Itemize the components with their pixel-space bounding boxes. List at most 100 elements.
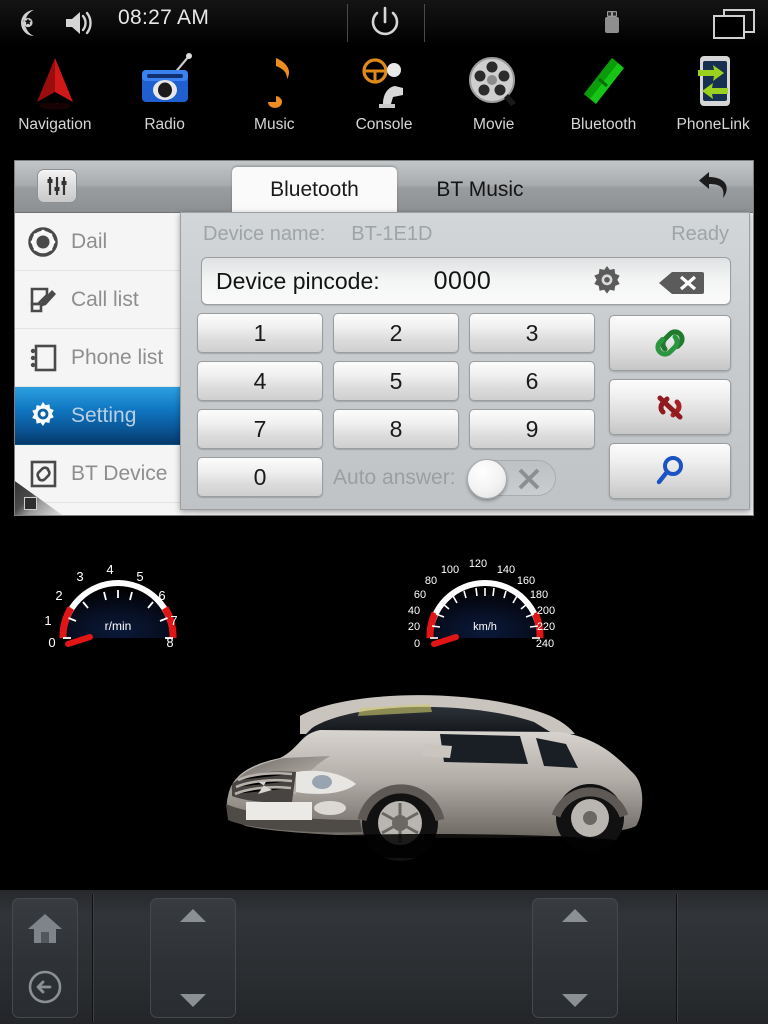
svg-text:200: 200 bbox=[537, 605, 555, 617]
app-movie[interactable]: Movie bbox=[439, 46, 549, 154]
sidebar-item-label: BT Device bbox=[71, 461, 168, 485]
svg-text:0: 0 bbox=[414, 638, 420, 650]
app-navigation[interactable]: Navigation bbox=[0, 46, 110, 154]
svg-text:3: 3 bbox=[76, 569, 83, 584]
triangle-down-icon[interactable] bbox=[180, 994, 206, 1007]
back-arrow-icon[interactable] bbox=[691, 167, 739, 209]
toggle-knob[interactable] bbox=[466, 459, 507, 499]
device-name-label: Device name: bbox=[203, 222, 326, 245]
key-4[interactable]: 4 bbox=[197, 361, 323, 401]
equalizer-icon[interactable] bbox=[37, 169, 77, 203]
key-8[interactable]: 8 bbox=[333, 409, 459, 449]
tab-bt-music[interactable]: BT Music bbox=[400, 167, 560, 213]
sidebar-item-setting[interactable]: Setting bbox=[15, 387, 197, 445]
app-music[interactable]: Music bbox=[219, 46, 329, 154]
sidebar-item-bt-device[interactable]: BT Device bbox=[15, 445, 197, 503]
console-driver-icon bbox=[362, 58, 404, 108]
triangle-up-icon[interactable] bbox=[180, 909, 206, 922]
app-radio[interactable]: Radio bbox=[110, 46, 220, 154]
key-3[interactable]: 3 bbox=[469, 313, 595, 353]
backspace-icon[interactable] bbox=[658, 270, 704, 296]
auto-answer-label: Auto answer: bbox=[333, 466, 456, 489]
gear-icon bbox=[15, 400, 71, 432]
svg-text:220: 220 bbox=[537, 621, 555, 633]
app-label: Radio bbox=[144, 116, 185, 133]
pincode-field[interactable]: Device pincode: 0000 bbox=[201, 257, 731, 305]
connect-button[interactable] bbox=[609, 315, 731, 371]
app-label: Console bbox=[355, 116, 413, 133]
svg-text:180: 180 bbox=[530, 589, 548, 601]
divider bbox=[676, 894, 677, 1022]
divider bbox=[347, 4, 348, 42]
x-icon bbox=[518, 468, 539, 490]
key-1[interactable]: 1 bbox=[197, 313, 323, 353]
sidebar-item-call-list[interactable]: Call list bbox=[15, 271, 197, 329]
tab-bluetooth[interactable]: Bluetooth bbox=[232, 167, 397, 213]
fan-speed-rocker[interactable] bbox=[150, 898, 236, 1018]
magnifier-icon bbox=[656, 456, 683, 485]
back-circle-icon[interactable] bbox=[26, 968, 64, 1006]
svg-text:2: 2 bbox=[55, 588, 62, 603]
link-icon bbox=[15, 459, 71, 489]
triangle-down-icon[interactable] bbox=[562, 994, 588, 1007]
app-label: Bluetooth bbox=[570, 116, 637, 133]
usb-icon bbox=[605, 11, 619, 33]
divider bbox=[92, 894, 93, 1022]
phonelink-icon bbox=[698, 56, 731, 106]
moon-star-icon bbox=[21, 10, 34, 36]
movie-reel-icon bbox=[468, 57, 516, 106]
sidebar-item-label: Setting bbox=[71, 403, 137, 427]
key-2[interactable]: 2 bbox=[333, 313, 459, 353]
status-badge: Ready bbox=[671, 222, 729, 245]
auto-answer-toggle[interactable] bbox=[466, 459, 556, 499]
resize-handle-square[interactable] bbox=[24, 497, 37, 510]
bluetooth-phone-icon bbox=[584, 58, 625, 104]
clock-time: 08:27 AM bbox=[118, 6, 210, 29]
power-icon[interactable] bbox=[368, 4, 402, 42]
home-icon[interactable] bbox=[26, 910, 64, 946]
auto-answer-control: Auto answer: bbox=[333, 459, 601, 499]
dial-pad-icon bbox=[15, 226, 71, 257]
key-0[interactable]: 0 bbox=[197, 457, 323, 497]
app-label: Music bbox=[254, 116, 295, 133]
app-launcher-row: Navigation Radio Music Console Movie Blu… bbox=[0, 46, 768, 154]
music-note-icon bbox=[268, 58, 290, 108]
sidebar-item-label: Call list bbox=[71, 287, 139, 311]
svg-text:7: 7 bbox=[170, 613, 177, 628]
status-bar: 08:27 AM bbox=[0, 0, 768, 46]
navigation-buttons bbox=[12, 898, 78, 1018]
svg-text:6: 6 bbox=[158, 588, 165, 603]
sidebar-item-dail[interactable]: Dail bbox=[15, 213, 197, 271]
app-phonelink[interactable]: PhoneLink bbox=[658, 46, 768, 154]
svg-text:0: 0 bbox=[48, 635, 55, 650]
sidebar-item-phone-list[interactable]: Phone list bbox=[15, 329, 197, 387]
divider bbox=[424, 4, 425, 42]
triangle-up-icon[interactable] bbox=[562, 909, 588, 922]
svg-text:20: 20 bbox=[408, 621, 420, 633]
sidebar-item-label: Dail bbox=[71, 229, 108, 253]
volume-icon bbox=[66, 11, 92, 35]
device-name-value: BT-1E1D bbox=[351, 222, 433, 245]
app-label: PhoneLink bbox=[676, 116, 750, 133]
svg-text:1: 1 bbox=[44, 613, 51, 628]
disconnect-button[interactable] bbox=[609, 379, 731, 435]
bt-settings-dialog: Device name: BT-1E1D Ready Device pincod… bbox=[180, 212, 750, 510]
key-6[interactable]: 6 bbox=[469, 361, 595, 401]
app-bluetooth[interactable]: Bluetooth bbox=[549, 46, 659, 154]
call-list-icon bbox=[15, 285, 71, 315]
sidebar-item-label: Phone list bbox=[71, 345, 164, 369]
svg-text:80: 80 bbox=[425, 575, 437, 587]
gear-icon[interactable] bbox=[588, 264, 626, 302]
key-9[interactable]: 9 bbox=[469, 409, 595, 449]
key-5[interactable]: 5 bbox=[333, 361, 459, 401]
search-button[interactable] bbox=[609, 443, 731, 499]
windows-icon[interactable] bbox=[712, 8, 756, 40]
app-console[interactable]: Console bbox=[329, 46, 439, 154]
key-7[interactable]: 7 bbox=[197, 409, 323, 449]
svg-text:240: 240 bbox=[536, 638, 554, 650]
link-chain-icon bbox=[655, 329, 685, 357]
svg-text:5: 5 bbox=[136, 569, 143, 584]
rpm-gauge: 0 1 2 3 4 5 6 7 8 r/min bbox=[44, 562, 177, 650]
phone-book-icon bbox=[15, 343, 71, 373]
right-rocker[interactable] bbox=[532, 898, 618, 1018]
